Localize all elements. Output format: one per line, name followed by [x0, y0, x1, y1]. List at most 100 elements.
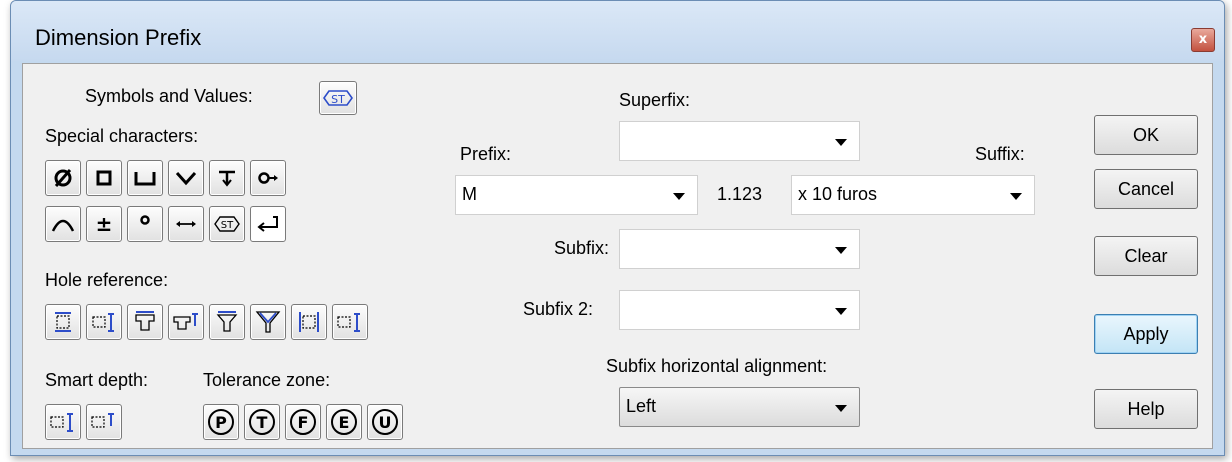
svg-text:E: E [339, 413, 350, 432]
arc-button[interactable] [45, 206, 81, 242]
tolerance-t-button[interactable]: T [244, 404, 280, 440]
feature-arrow-button[interactable] [250, 160, 286, 196]
smart-depth-button-1[interactable] [45, 404, 81, 440]
degree-button[interactable] [127, 206, 163, 242]
hole-thread-depth-icon [337, 313, 360, 332]
svg-text:ST: ST [331, 93, 345, 106]
dialog-body: Symbols and Values: ST Special character… [22, 63, 1213, 449]
svg-text:±: ± [96, 212, 113, 236]
smart-depth-label: Smart depth: [45, 370, 149, 390]
depth-button[interactable] [209, 160, 245, 196]
symbol-st-icon: ST [214, 216, 240, 232]
hole-ref-button-6[interactable] [250, 304, 286, 340]
newline-icon [257, 216, 278, 232]
superfix-combo[interactable] [619, 121, 860, 161]
tolerance-zone-label: Tolerance zone: [203, 370, 331, 390]
svg-text:ST: ST [221, 220, 234, 231]
svg-text:P: P [215, 413, 227, 432]
newline-button[interactable] [250, 206, 286, 242]
tolerance-f-button[interactable]: F [285, 404, 321, 440]
symbol-st-button[interactable]: ST [209, 206, 245, 242]
hole-countersink-icon [216, 311, 238, 332]
chevron-down-icon [835, 308, 847, 315]
suffix-combo[interactable]: x 10 furos [791, 175, 1035, 215]
hole-ref-button-3[interactable] [127, 304, 163, 340]
plus-minus-button[interactable]: ± [86, 206, 122, 242]
hole-ref-button-2[interactable] [86, 304, 122, 340]
hole-ref-button-1[interactable] [45, 304, 81, 340]
smart-depth-button-2[interactable] [86, 404, 122, 440]
hole-cone-icon [255, 311, 281, 333]
svg-text:U: U [379, 413, 392, 432]
between-icon [176, 221, 196, 227]
smart-depth-icon [50, 413, 73, 432]
smart-depth-alt-icon [91, 413, 114, 428]
circled-t-icon: T [249, 409, 275, 435]
hole-depth-icon [92, 313, 114, 332]
chevron-down-icon [673, 193, 685, 200]
arc-icon [51, 219, 75, 232]
circled-u-icon: U [372, 409, 398, 435]
hole-ref-button-5[interactable] [209, 304, 245, 340]
cancel-button[interactable]: Cancel [1094, 169, 1198, 209]
symbols-values-button[interactable]: ST [319, 81, 357, 115]
plus-minus-icon: ± [96, 212, 113, 236]
degree-icon [140, 215, 150, 225]
hole-ref-button-4[interactable] [168, 304, 204, 340]
depth-icon [219, 170, 235, 187]
alignment-label: Subfix horizontal alignment: [606, 356, 828, 376]
subfix-label: Subfix: [554, 238, 610, 258]
suffix-value: x 10 furos [798, 184, 878, 204]
tolerance-p-button[interactable]: P [203, 404, 239, 440]
circled-e-icon: E [331, 409, 357, 435]
svg-text:F: F [298, 413, 309, 432]
tolerance-u-button[interactable]: U [367, 404, 403, 440]
chevron-down-icon [1010, 193, 1022, 200]
svg-text:T: T [257, 413, 268, 432]
chevron-down-icon [835, 139, 847, 146]
hole-ref-button-7[interactable] [291, 304, 327, 340]
dimension-value: 1.123 [717, 184, 763, 204]
diameter-button[interactable] [45, 160, 81, 196]
ok-button[interactable]: OK [1094, 115, 1198, 155]
chevron-down-icon [835, 405, 847, 412]
title-bar[interactable]: Dimension Prefix x [11, 1, 1224, 61]
between-button[interactable] [168, 206, 204, 242]
special-characters-label: Special characters: [45, 126, 199, 146]
hole-reference-label: Hole reference: [45, 270, 169, 290]
symbol-st-icon: ST [323, 90, 353, 106]
alignment-select[interactable]: Left [619, 387, 860, 427]
square-icon [96, 170, 112, 186]
prefix-combo[interactable]: M [455, 175, 698, 215]
hole-blind-icon [299, 312, 319, 332]
circled-p-icon: P [208, 409, 234, 435]
prefix-label: Prefix: [460, 144, 512, 164]
suffix-label: Suffix: [975, 144, 1025, 164]
hole-thru-icon [55, 312, 71, 332]
counterbore-button[interactable] [127, 160, 163, 196]
diameter-icon [54, 169, 72, 187]
hole-counterbore-icon [135, 311, 155, 331]
superfix-label: Superfix: [619, 90, 691, 110]
square-button[interactable] [86, 160, 122, 196]
subfix-combo[interactable] [619, 229, 860, 269]
symbols-values-label: Symbols and Values: [85, 86, 253, 106]
chevron-down-icon [835, 247, 847, 254]
alignment-value: Left [626, 396, 657, 416]
clear-button[interactable]: Clear [1094, 236, 1198, 276]
hole-counterbore-depth-icon [173, 313, 198, 330]
hole-ref-button-8[interactable] [332, 304, 368, 340]
circled-f-icon: F [290, 409, 316, 435]
dialog-window: Dimension Prefix x Symbols and Values: S… [10, 0, 1225, 456]
subfix2-combo[interactable] [619, 290, 860, 330]
close-button[interactable]: x [1191, 28, 1215, 52]
tolerance-e-button[interactable]: E [326, 404, 362, 440]
window-title: Dimension Prefix [35, 25, 202, 50]
apply-button[interactable]: Apply [1094, 314, 1198, 354]
subfix2-label: Subfix 2: [523, 299, 594, 319]
countersink-button[interactable] [168, 160, 204, 196]
prefix-value: M [462, 184, 477, 204]
arrow-right-icon [258, 172, 278, 184]
counterbore-icon [134, 172, 156, 186]
help-button[interactable]: Help [1094, 389, 1198, 429]
